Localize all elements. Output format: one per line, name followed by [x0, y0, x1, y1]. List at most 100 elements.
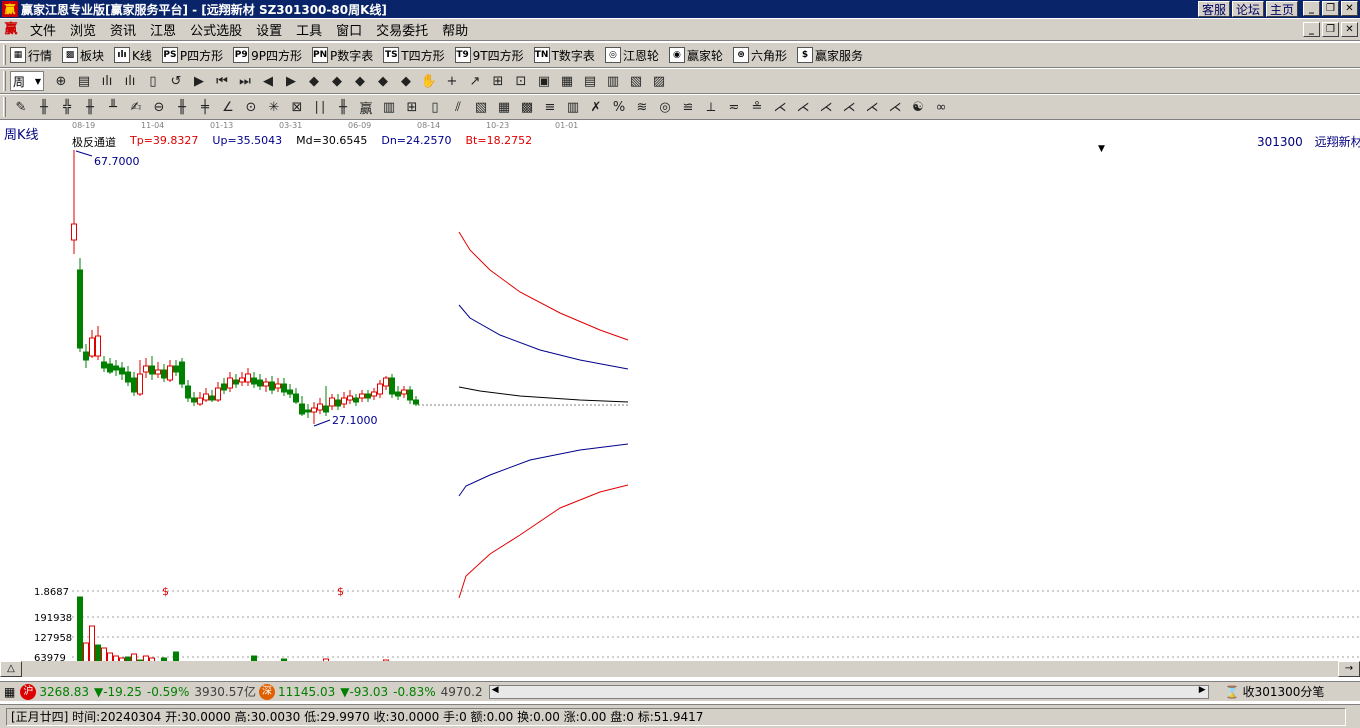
chart-tool-icon-6[interactable]: ▶ — [188, 70, 210, 92]
link-service[interactable]: 客服 — [1197, 1, 1230, 17]
draw-tool-icon-33[interactable]: ⋌ — [769, 96, 791, 118]
chart-menu-arrow-icon[interactable]: ▼ — [1098, 144, 1105, 154]
draw-tool-icon-19[interactable]: ⫽ — [447, 96, 469, 118]
menu-settings[interactable]: 设置 — [249, 20, 289, 39]
chart-tool-icon-21[interactable]: ▣ — [533, 70, 555, 92]
draw-tool-icon-3[interactable]: ╫ — [79, 96, 101, 118]
draw-tool-icon-18[interactable]: ▯ — [424, 96, 446, 118]
chart-tool-icon-20[interactable]: ⊡ — [510, 70, 532, 92]
quote-grid-icon[interactable]: ▦ — [4, 685, 15, 699]
chart-area[interactable]: 67.7000 27.1000 1.8687 191938 127958 63979 $ $ — [0, 121, 1360, 678]
draw-tool-icon-28[interactable]: ◎ — [654, 96, 676, 118]
chart-tool-icon-3[interactable]: ılı — [119, 70, 141, 92]
chart-tool-icon-26[interactable]: ▨ — [648, 70, 670, 92]
draw-tool-icon-8[interactable]: ╪ — [194, 96, 216, 118]
link-forum[interactable]: 论坛 — [1231, 1, 1264, 17]
draw-tool-icon-11[interactable]: ✳ — [263, 96, 285, 118]
draw-tool-icon-26[interactable]: % — [608, 96, 630, 118]
mdi-minimize-icon[interactable]: _ — [1303, 22, 1320, 37]
draw-tool-icon-0[interactable]: ✎ — [10, 96, 32, 118]
toolbar-grip[interactable] — [3, 97, 6, 117]
menu-trade[interactable]: 交易委托 — [369, 20, 435, 39]
draw-tool-icon-15[interactable]: 赢 — [355, 96, 377, 118]
toolbar-item-0[interactable]: ▦ 行情 — [10, 47, 52, 64]
draw-tool-icon-1[interactable]: ╫ — [33, 96, 55, 118]
period-select[interactable]: 周 ▼ — [10, 71, 44, 91]
chart-tool-icon-23[interactable]: ▤ — [579, 70, 601, 92]
scroll-right-icon[interactable]: ▶ — [1199, 685, 1206, 695]
draw-tool-icon-39[interactable]: ☯ — [907, 96, 929, 118]
scroll-right-icon[interactable]: → — [1338, 661, 1360, 677]
draw-tool-icon-36[interactable]: ⋌ — [838, 96, 860, 118]
toolbar-item-4[interactable]: P9 9P四方形 — [233, 47, 302, 64]
draw-tool-icon-17[interactable]: ⊞ — [401, 96, 423, 118]
link-home[interactable]: 主页 — [1265, 1, 1298, 17]
menu-window[interactable]: 窗口 — [329, 20, 369, 39]
scroll-left-icon[interactable]: △ — [0, 661, 22, 677]
draw-tool-icon-14[interactable]: ╫ — [332, 96, 354, 118]
draw-tool-icon-4[interactable]: ╨ — [102, 96, 124, 118]
draw-tool-icon-40[interactable]: ∞ — [930, 96, 952, 118]
toolbar-item-10[interactable]: ◉ 赢家轮 — [668, 47, 723, 64]
chart-tool-icon-7[interactable]: ⏮ — [211, 70, 233, 92]
chart-tool-icon-24[interactable]: ▥ — [602, 70, 624, 92]
draw-tool-icon-16[interactable]: ▥ — [378, 96, 400, 118]
draw-tool-icon-37[interactable]: ⋌ — [861, 96, 883, 118]
chart-tool-icon-1[interactable]: ▤ — [73, 70, 95, 92]
draw-tool-icon-35[interactable]: ⋌ — [815, 96, 837, 118]
menu-logo-icon[interactable]: 赢 — [3, 22, 19, 38]
draw-tool-icon-25[interactable]: ✗ — [585, 96, 607, 118]
mdi-close-icon[interactable]: ✕ — [1341, 22, 1358, 37]
chart-tool-icon-10[interactable]: ▶ — [280, 70, 302, 92]
draw-tool-icon-9[interactable]: ∠ — [217, 96, 239, 118]
draw-tool-icon-29[interactable]: ≌ — [677, 96, 699, 118]
chart-tool-icon-14[interactable]: ◆ — [372, 70, 394, 92]
draw-tool-icon-27[interactable]: ≋ — [631, 96, 653, 118]
chart-tool-icon-15[interactable]: ◆ — [395, 70, 417, 92]
draw-tool-icon-7[interactable]: ╫ — [171, 96, 193, 118]
menu-info[interactable]: 资讯 — [103, 20, 143, 39]
menu-browse[interactable]: 浏览 — [63, 20, 103, 39]
chart-tool-icon-8[interactable]: ⏭ — [234, 70, 256, 92]
minimize-icon[interactable]: _ — [1303, 1, 1320, 16]
tick-label[interactable]: 收301300分笔 — [1243, 683, 1325, 700]
draw-tool-icon-10[interactable]: ⊙ — [240, 96, 262, 118]
toolbar-grip[interactable] — [3, 71, 6, 91]
chart-tool-icon-9[interactable]: ◀ — [257, 70, 279, 92]
draw-tool-icon-20[interactable]: ▧ — [470, 96, 492, 118]
menu-gann[interactable]: 江恩 — [143, 20, 183, 39]
draw-tool-icon-6[interactable]: ⊖ — [148, 96, 170, 118]
chart-tool-icon-12[interactable]: ◆ — [326, 70, 348, 92]
draw-tool-icon-13[interactable]: ∣∣ — [309, 96, 331, 118]
draw-tool-icon-12[interactable]: ⊠ — [286, 96, 308, 118]
draw-tool-icon-24[interactable]: ▥ — [562, 96, 584, 118]
chart-tool-icon-18[interactable]: ↗ — [464, 70, 486, 92]
chart-hscroll[interactable]: △ → — [0, 661, 1360, 677]
draw-tool-icon-38[interactable]: ⋌ — [884, 96, 906, 118]
kline-chart[interactable]: 67.7000 27.1000 1.8687 191938 127958 63979 $ $ — [0, 121, 1360, 678]
chart-tool-icon-2[interactable]: ılı — [96, 70, 118, 92]
mdi-restore-icon[interactable]: ❐ — [1322, 22, 1339, 37]
menu-help[interactable]: 帮助 — [435, 20, 475, 39]
draw-tool-icon-31[interactable]: ≂ — [723, 96, 745, 118]
draw-tool-icon-21[interactable]: ▦ — [493, 96, 515, 118]
tick-icon[interactable]: ⌛ — [1225, 685, 1240, 699]
toolbar-item-1[interactable]: ▩ 板块 — [62, 47, 104, 64]
chart-tool-icon-4[interactable]: ▯ — [142, 70, 164, 92]
draw-tool-icon-30[interactable]: ⟂ — [700, 96, 722, 118]
chart-tool-icon-16[interactable]: ✋ — [418, 70, 440, 92]
chart-tool-icon-13[interactable]: ◆ — [349, 70, 371, 92]
draw-tool-icon-5[interactable]: ✍ — [125, 96, 147, 118]
toolbar-item-3[interactable]: PS P四方形 — [161, 47, 223, 64]
toolbar-item-9[interactable]: ◎ 江恩轮 — [604, 47, 659, 64]
menu-file[interactable]: 文件 — [23, 20, 63, 39]
toolbar-item-8[interactable]: TN T数字表 — [533, 47, 595, 64]
chart-tool-icon-0[interactable]: ⊕ — [50, 70, 72, 92]
toolbar-item-11[interactable]: ⊛ 六角形 — [732, 47, 787, 64]
close-icon[interactable]: ✕ — [1341, 1, 1358, 16]
draw-tool-icon-2[interactable]: ╬ — [56, 96, 78, 118]
draw-tool-icon-23[interactable]: ≡ — [539, 96, 561, 118]
toolbar-item-5[interactable]: PN P数字表 — [312, 47, 373, 64]
chart-tool-icon-22[interactable]: ▦ — [556, 70, 578, 92]
toolbar-item-12[interactable]: $ 赢家服务 — [796, 47, 863, 64]
